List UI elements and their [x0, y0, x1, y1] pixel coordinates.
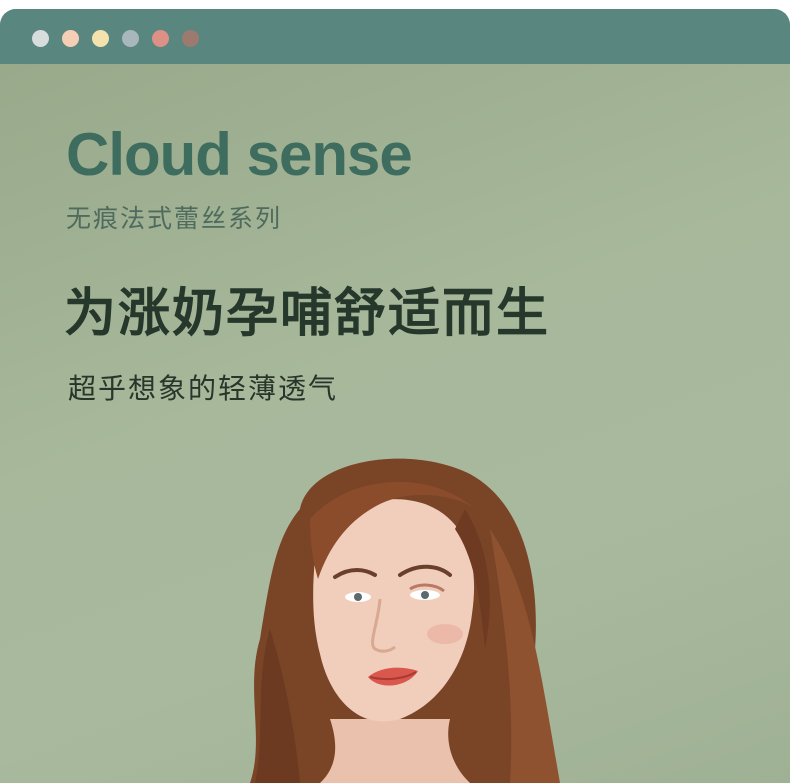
- subtitle-text: 超乎想象的轻薄透气: [68, 372, 339, 405]
- dot-grey[interactable]: [32, 30, 49, 47]
- dot-rose[interactable]: [152, 30, 169, 47]
- promo-window: Cloud sense 无痕法式蕾丝系列 为涨奶孕哺舒适而生 超乎想象的轻薄透气: [0, 9, 790, 783]
- dot-taupe[interactable]: [182, 30, 199, 47]
- dot-slate[interactable]: [122, 30, 139, 47]
- window-titlebar: [0, 9, 790, 64]
- dot-cream[interactable]: [92, 30, 109, 47]
- series-name: 无痕法式蕾丝系列: [66, 204, 283, 233]
- dot-peach[interactable]: [62, 30, 79, 47]
- brand-title: Cloud sense: [66, 121, 413, 188]
- model-portrait: [250, 458, 560, 783]
- window-dots: [32, 30, 199, 47]
- slogan-heading: 为涨奶孕哺舒适而生: [64, 284, 551, 344]
